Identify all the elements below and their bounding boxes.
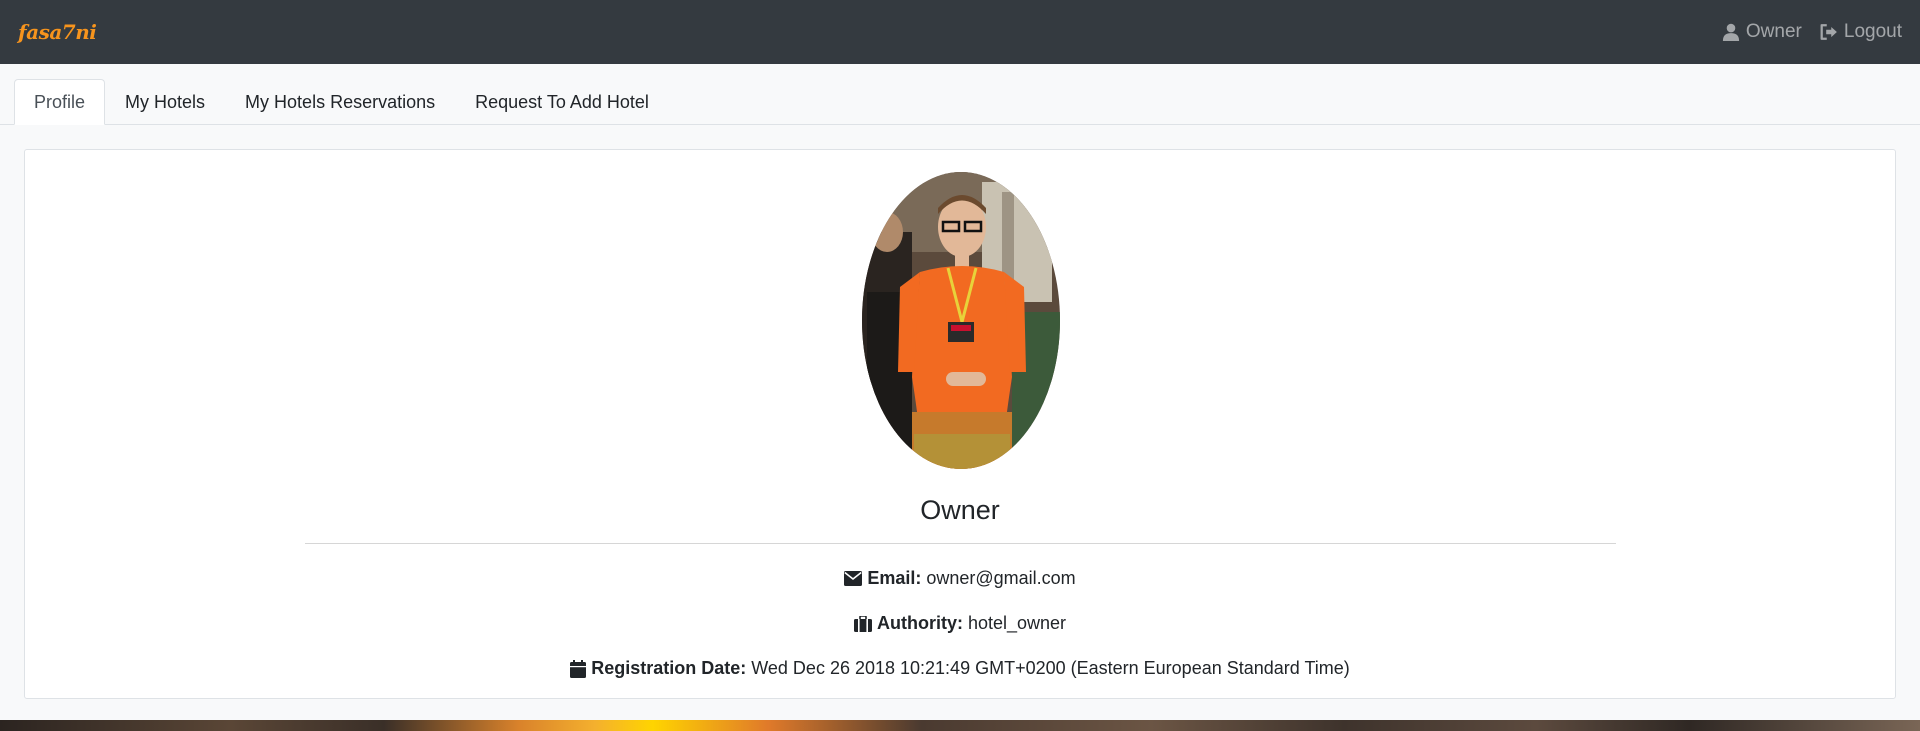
- envelope-icon: [844, 571, 863, 586]
- divider: [305, 543, 1616, 544]
- brand-logo[interactable]: fasa7ni: [18, 20, 97, 44]
- registration-value: Wed Dec 26 2018 10:21:49 GMT+0200 (Easte…: [751, 658, 1350, 678]
- calendar-icon: [570, 659, 587, 678]
- main-content: Profile My Hotels My Hotels Reservations…: [0, 64, 1920, 720]
- briefcase-icon: [853, 615, 872, 632]
- tab-my-hotels-reservations[interactable]: My Hotels Reservations: [225, 79, 455, 125]
- avatar: [862, 172, 1060, 469]
- logout-link[interactable]: Logout: [1820, 21, 1902, 43]
- user-label: Owner: [1745, 21, 1802, 42]
- tab-profile[interactable]: Profile: [14, 79, 106, 125]
- authority-value: hotel_owner: [967, 613, 1067, 633]
- sign-out-icon: [1820, 24, 1837, 40]
- logout-label: Logout: [1843, 21, 1902, 42]
- registration-label: Registration Date:: [591, 658, 747, 678]
- authority-label: Authority:: [876, 613, 963, 633]
- authority-row: Authority: hotel_owner: [25, 613, 1895, 634]
- registration-row: Registration Date: Wed Dec 26 2018 10:21…: [25, 658, 1895, 679]
- user-menu-link[interactable]: Owner: [1722, 21, 1802, 43]
- tab-my-hotels[interactable]: My Hotels: [105, 79, 225, 125]
- email-value: owner@gmail.com: [926, 568, 1076, 588]
- profile-name: Owner: [920, 495, 1000, 525]
- email-label: Email:: [867, 568, 922, 588]
- email-row: Email: owner@gmail.com: [25, 568, 1895, 589]
- top-navbar: fasa7ni Owner Logout: [0, 0, 1920, 64]
- user-icon: [1722, 23, 1740, 41]
- profile-tabs: Profile My Hotels My Hotels Reservations…: [0, 64, 1920, 125]
- profile-card: Owner Email: owner@gmail.com Authority: …: [24, 149, 1896, 699]
- tab-request-to-add-hotel[interactable]: Request To Add Hotel: [455, 79, 669, 125]
- navbar-right: Owner Logout: [1722, 21, 1902, 43]
